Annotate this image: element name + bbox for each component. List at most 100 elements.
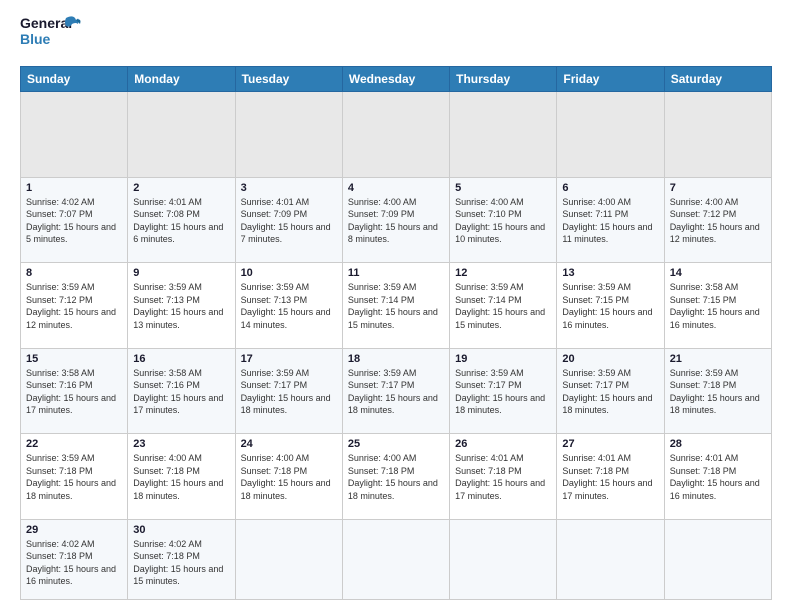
day-info: Sunrise: 3:59 AMSunset: 7:17 PMDaylight:… [455, 367, 551, 417]
calendar: SundayMondayTuesdayWednesdayThursdayFrid… [20, 66, 772, 600]
calendar-cell: 27 Sunrise: 4:01 AMSunset: 7:18 PMDayligh… [557, 434, 664, 520]
day-number: 7 [670, 182, 766, 194]
day-info: Sunrise: 4:01 AMSunset: 7:18 PMDaylight:… [670, 452, 766, 502]
calendar-cell: 26 Sunrise: 4:01 AMSunset: 7:18 PMDayligh… [450, 434, 557, 520]
day-number: 22 [26, 438, 122, 450]
calendar-cell: 15Sunrise: 3:58 AMSunset: 7:16 PMDayligh… [21, 348, 128, 434]
calendar-cell: 16 Sunrise: 3:58 AMSunset: 7:16 PMDayligh… [128, 348, 235, 434]
calendar-cell: 28 Sunrise: 4:01 AMSunset: 7:18 PMDayligh… [664, 434, 771, 520]
day-info: Sunrise: 3:59 AMSunset: 7:12 PMDaylight:… [26, 281, 122, 331]
calendar-cell [235, 92, 342, 178]
col-header-sunday: Sunday [21, 67, 128, 92]
day-info: Sunrise: 3:59 AMSunset: 7:14 PMDaylight:… [455, 281, 551, 331]
week-row-1 [21, 92, 772, 178]
week-row-3: 8Sunrise: 3:59 AMSunset: 7:12 PMDaylight… [21, 263, 772, 349]
day-info: Sunrise: 3:59 AMSunset: 7:17 PMDaylight:… [562, 367, 658, 417]
calendar-cell: 24 Sunrise: 4:00 AMSunset: 7:18 PMDayligh… [235, 434, 342, 520]
calendar-cell [342, 519, 449, 600]
calendar-cell [235, 519, 342, 600]
calendar-cell: 23 Sunrise: 4:00 AMSunset: 7:18 PMDayligh… [128, 434, 235, 520]
calendar-cell [450, 519, 557, 600]
calendar-cell: 18Sunrise: 3:59 AMSunset: 7:17 PMDayligh… [342, 348, 449, 434]
calendar-cell: 8Sunrise: 3:59 AMSunset: 7:12 PMDaylight… [21, 263, 128, 349]
calendar-cell: 3 Sunrise: 4:01 AMSunset: 7:09 PMDaylight… [235, 177, 342, 263]
day-number: 29 [26, 524, 122, 536]
week-row-2: 1 Sunrise: 4:02 AMSunset: 7:07 PMDaylight… [21, 177, 772, 263]
day-info: Sunrise: 3:58 AMSunset: 7:16 PMDaylight:… [133, 367, 229, 417]
day-info: Sunrise: 4:01 AMSunset: 7:18 PMDaylight:… [562, 452, 658, 502]
header: General Blue [20, 16, 772, 56]
col-header-saturday: Saturday [664, 67, 771, 92]
day-number: 12 [455, 267, 551, 279]
day-info: Sunrise: 4:00 AMSunset: 7:09 PMDaylight:… [348, 196, 444, 246]
calendar-cell: 25 Sunrise: 4:00 AMSunset: 7:18 PMDayligh… [342, 434, 449, 520]
logo-container: General Blue [20, 16, 64, 56]
day-number: 20 [562, 353, 658, 365]
col-header-wednesday: Wednesday [342, 67, 449, 92]
day-info: Sunrise: 4:01 AMSunset: 7:18 PMDaylight:… [455, 452, 551, 502]
calendar-cell: 7Sunrise: 4:00 AMSunset: 7:12 PMDaylight… [664, 177, 771, 263]
day-info: Sunrise: 4:00 AMSunset: 7:10 PMDaylight:… [455, 196, 551, 246]
page: General Blue SundayMondayTuesdayWednesda… [0, 0, 792, 612]
calendar-cell: 21 Sunrise: 3:59 AMSunset: 7:18 PMDayligh… [664, 348, 771, 434]
calendar-cell: 29 Sunrise: 4:02 AMSunset: 7:18 PMDayligh… [21, 519, 128, 600]
calendar-cell: 20 Sunrise: 3:59 AMSunset: 7:17 PMDayligh… [557, 348, 664, 434]
day-number: 15 [26, 353, 122, 365]
day-info: Sunrise: 3:59 AMSunset: 7:18 PMDaylight:… [670, 367, 766, 417]
day-number: 1 [26, 182, 122, 194]
day-number: 5 [455, 182, 551, 194]
day-number: 27 [562, 438, 658, 450]
col-header-monday: Monday [128, 67, 235, 92]
day-number: 17 [241, 353, 337, 365]
day-info: Sunrise: 4:00 AMSunset: 7:18 PMDaylight:… [133, 452, 229, 502]
day-number: 9 [133, 267, 229, 279]
day-info: Sunrise: 3:59 AMSunset: 7:13 PMDaylight:… [133, 281, 229, 331]
calendar-cell [557, 92, 664, 178]
day-number: 24 [241, 438, 337, 450]
day-info: Sunrise: 4:00 AMSunset: 7:18 PMDaylight:… [348, 452, 444, 502]
day-info: Sunrise: 4:02 AMSunset: 7:07 PMDaylight:… [26, 196, 122, 246]
day-number: 26 [455, 438, 551, 450]
day-number: 25 [348, 438, 444, 450]
day-info: Sunrise: 3:59 AMSunset: 7:14 PMDaylight:… [348, 281, 444, 331]
day-number: 23 [133, 438, 229, 450]
day-number: 11 [348, 267, 444, 279]
day-number: 28 [670, 438, 766, 450]
calendar-cell: 11 Sunrise: 3:59 AMSunset: 7:14 PMDayligh… [342, 263, 449, 349]
day-number: 16 [133, 353, 229, 365]
calendar-cell: 1 Sunrise: 4:02 AMSunset: 7:07 PMDaylight… [21, 177, 128, 263]
calendar-cell [450, 92, 557, 178]
day-number: 19 [455, 353, 551, 365]
day-info: Sunrise: 3:59 AMSunset: 7:15 PMDaylight:… [562, 281, 658, 331]
day-number: 21 [670, 353, 766, 365]
day-info: Sunrise: 4:02 AMSunset: 7:18 PMDaylight:… [26, 538, 122, 588]
day-info: Sunrise: 4:00 AMSunset: 7:18 PMDaylight:… [241, 452, 337, 502]
calendar-cell: 2Sunrise: 4:01 AMSunset: 7:08 PMDaylight… [128, 177, 235, 263]
day-number: 14 [670, 267, 766, 279]
calendar-cell: 13 Sunrise: 3:59 AMSunset: 7:15 PMDayligh… [557, 263, 664, 349]
calendar-cell: 4Sunrise: 4:00 AMSunset: 7:09 PMDaylight… [342, 177, 449, 263]
col-header-thursday: Thursday [450, 67, 557, 92]
calendar-cell [342, 92, 449, 178]
day-number: 6 [562, 182, 658, 194]
week-row-5: 22 Sunrise: 3:59 AMSunset: 7:18 PMDayligh… [21, 434, 772, 520]
day-number: 2 [133, 182, 229, 194]
day-info: Sunrise: 4:01 AMSunset: 7:09 PMDaylight:… [241, 196, 337, 246]
day-number: 3 [241, 182, 337, 194]
calendar-cell [128, 92, 235, 178]
day-info: Sunrise: 3:59 AMSunset: 7:17 PMDaylight:… [348, 367, 444, 417]
day-info: Sunrise: 3:58 AMSunset: 7:15 PMDaylight:… [670, 281, 766, 331]
calendar-cell: 19 Sunrise: 3:59 AMSunset: 7:17 PMDayligh… [450, 348, 557, 434]
calendar-cell: 6 Sunrise: 4:00 AMSunset: 7:11 PMDaylight… [557, 177, 664, 263]
calendar-cell [557, 519, 664, 600]
day-number: 13 [562, 267, 658, 279]
logo-graphic: General Blue [20, 16, 64, 56]
calendar-cell: 22 Sunrise: 3:59 AMSunset: 7:18 PMDayligh… [21, 434, 128, 520]
calendar-cell [664, 519, 771, 600]
calendar-cell: 14 Sunrise: 3:58 AMSunset: 7:15 PMDayligh… [664, 263, 771, 349]
day-info: Sunrise: 4:00 AMSunset: 7:11 PMDaylight:… [562, 196, 658, 246]
day-info: Sunrise: 3:59 AMSunset: 7:18 PMDaylight:… [26, 452, 122, 502]
col-header-friday: Friday [557, 67, 664, 92]
calendar-cell: 10Sunrise: 3:59 AMSunset: 7:13 PMDayligh… [235, 263, 342, 349]
calendar-cell [21, 92, 128, 178]
